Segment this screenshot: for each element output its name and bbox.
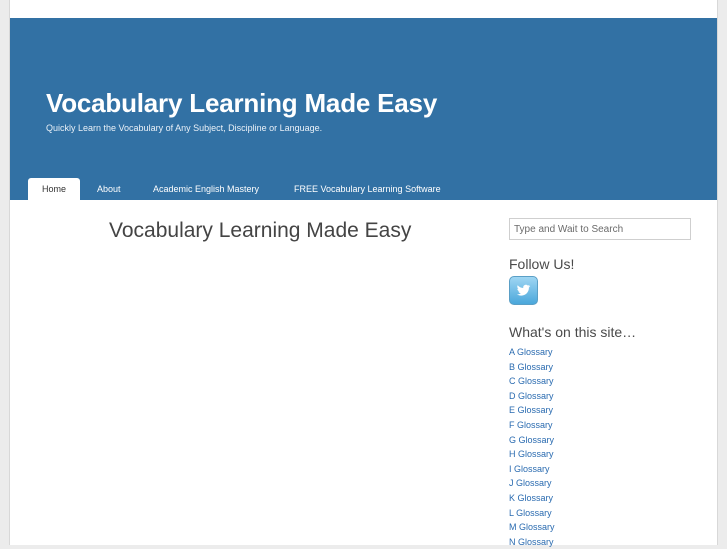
list-item: J Glossary xyxy=(509,475,555,490)
glossary-link[interactable]: A Glossary xyxy=(509,347,553,357)
list-item: M Glossary xyxy=(509,519,555,534)
glossary-link[interactable]: M Glossary xyxy=(509,522,555,532)
glossary-link[interactable]: B Glossary xyxy=(509,362,553,372)
list-item: N Glossary xyxy=(509,534,555,549)
page-container: Vocabulary Learning Made Easy Quickly Le… xyxy=(9,0,718,548)
glossary-link[interactable]: E Glossary xyxy=(509,405,553,415)
glossary-link[interactable]: I Glossary xyxy=(509,464,550,474)
glossary-link[interactable]: L Glossary xyxy=(509,508,552,518)
glossary-link[interactable]: H Glossary xyxy=(509,449,554,459)
site-tagline: Quickly Learn the Vocabulary of Any Subj… xyxy=(46,123,323,133)
glossary-link[interactable]: K Glossary xyxy=(509,493,553,503)
follow-us-heading: Follow Us! xyxy=(509,256,575,272)
glossary-link[interactable]: D Glossary xyxy=(509,391,554,401)
site-contents-heading: What's on this site… xyxy=(509,324,637,340)
nav-item-free-software[interactable]: FREE Vocabulary Learning Software xyxy=(294,178,441,200)
page-title: Vocabulary Learning Made Easy xyxy=(109,219,412,242)
nav-item-academic-english[interactable]: Academic English Mastery xyxy=(153,178,259,200)
glossary-link[interactable]: N Glossary xyxy=(509,537,554,547)
glossary-list: A Glossary B Glossary C Glossary D Glossary… xyxy=(509,344,555,548)
list-item: C Glossary xyxy=(509,373,555,388)
nav-item-about[interactable]: About xyxy=(97,178,121,200)
list-item: G Glossary xyxy=(509,432,555,447)
site-header: Vocabulary Learning Made Easy Quickly Le… xyxy=(10,18,717,200)
glossary-link[interactable]: C Glossary xyxy=(509,376,554,386)
list-item: K Glossary xyxy=(509,490,555,505)
glossary-link[interactable]: J Glossary xyxy=(509,478,552,488)
list-item: L Glossary xyxy=(509,505,555,520)
list-item: I Glossary xyxy=(509,461,555,476)
list-item: A Glossary xyxy=(509,344,555,359)
search-input[interactable] xyxy=(509,218,691,240)
site-title[interactable]: Vocabulary Learning Made Easy xyxy=(46,88,437,119)
nav-item-home[interactable]: Home xyxy=(28,178,80,200)
list-item: E Glossary xyxy=(509,402,555,417)
list-item: H Glossary xyxy=(509,446,555,461)
list-item: B Glossary xyxy=(509,359,555,374)
twitter-icon[interactable] xyxy=(509,276,538,305)
glossary-link[interactable]: G Glossary xyxy=(509,435,554,445)
list-item: F Glossary xyxy=(509,417,555,432)
glossary-link[interactable]: F Glossary xyxy=(509,420,553,430)
list-item: D Glossary xyxy=(509,388,555,403)
